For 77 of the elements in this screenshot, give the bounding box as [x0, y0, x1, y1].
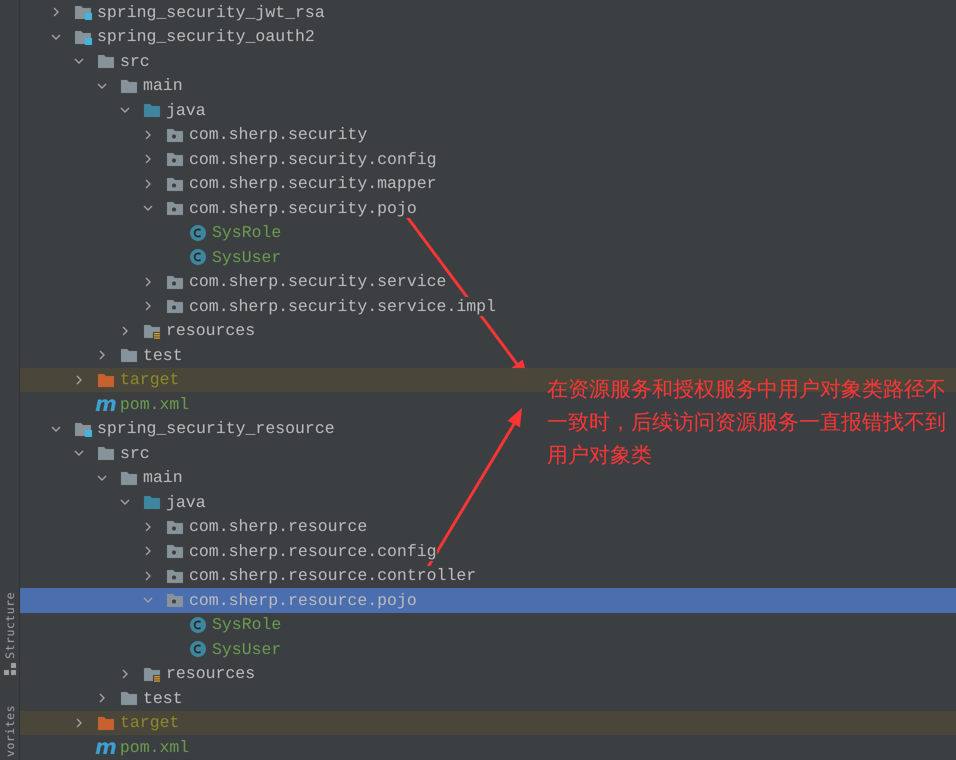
collapse-chevron-icon[interactable]	[74, 56, 84, 66]
expand-chevron-icon[interactable]	[120, 326, 130, 336]
expand-chevron-icon[interactable]	[74, 374, 84, 385]
annotation-text: 在资源服务和授权服务中用户对象类路径不一致时，后续访问资源服务一直报错找不到用户对象类	[547, 376, 947, 469]
package-icon	[166, 568, 184, 584]
expand-chevron-icon[interactable]	[51, 7, 61, 18]
class-icon	[189, 616, 207, 634]
tree-item-label[interactable]: com.sherp.resource.config	[189, 542, 437, 561]
package-icon	[166, 518, 184, 535]
module-folder-icon	[74, 420, 92, 437]
tree-item-label[interactable]: SysRole	[212, 615, 282, 634]
tree-item-label[interactable]: java	[166, 100, 206, 120]
expand-chevron-icon[interactable]	[97, 350, 107, 360]
tree-item-label[interactable]: com.sherp.security.service.impl	[189, 296, 496, 316]
class-icon	[189, 224, 207, 242]
class-icon	[189, 640, 207, 658]
tree-item-label[interactable]: spring_security_resource	[97, 419, 335, 438]
resources-folder-icon	[143, 322, 161, 339]
tree-item-label[interactable]: com.sherp.security.config	[189, 150, 437, 169]
structure-tab[interactable]: Structure	[2, 592, 16, 660]
expand-chevron-icon[interactable]	[143, 546, 153, 556]
tree-item-label[interactable]: pom.xml	[120, 738, 190, 757]
collapse-chevron-icon[interactable]	[51, 32, 61, 42]
expand-chevron-icon[interactable]	[97, 693, 107, 704]
folder-icon	[97, 53, 115, 70]
tree-item-label[interactable]: com.sherp.resource.controller	[189, 566, 476, 586]
package-icon	[166, 274, 184, 290]
tree-item-label[interactable]: com.sherp.resource	[189, 517, 368, 536]
expand-chevron-icon[interactable]	[143, 570, 153, 581]
tree-item-label[interactable]: com.sherp.security.mapper	[189, 174, 437, 194]
tree-item-label[interactable]: java	[166, 492, 206, 512]
collapse-chevron-icon[interactable]	[143, 203, 153, 214]
structure-icon	[4, 663, 16, 676]
expand-chevron-icon[interactable]	[143, 276, 153, 287]
folder-icon	[120, 470, 138, 486]
package-icon	[166, 543, 184, 560]
module-folder-icon	[74, 28, 92, 45]
tree-item-label[interactable]: com.sherp.security	[189, 125, 368, 144]
collapse-chevron-icon[interactable]	[97, 472, 107, 483]
expand-chevron-icon[interactable]	[143, 178, 153, 189]
favorites-tab[interactable]: vorites	[2, 705, 16, 757]
package-icon	[166, 298, 184, 314]
package-icon	[166, 200, 184, 216]
tree-item-label[interactable]: com.sherp.security.service	[189, 272, 446, 292]
tree-item-label[interactable]: SysRole	[212, 223, 282, 242]
folder-icon	[120, 78, 138, 94]
folder-icon	[143, 494, 161, 510]
tree-item-label[interactable]: spring_security_jwt_rsa	[97, 2, 325, 22]
expand-chevron-icon[interactable]	[120, 668, 130, 679]
package-icon	[166, 176, 184, 192]
maven-icon: m	[95, 394, 117, 415]
collapse-chevron-icon[interactable]	[120, 497, 130, 508]
package-icon	[166, 592, 184, 608]
collapse-chevron-icon[interactable]	[120, 105, 130, 116]
expand-chevron-icon[interactable]	[143, 154, 153, 164]
tree-item-label[interactable]: com.sherp.security.pojo	[189, 198, 417, 218]
collapse-chevron-icon[interactable]	[51, 424, 61, 434]
class-icon	[189, 248, 207, 266]
package-icon	[166, 126, 184, 143]
collapse-chevron-icon[interactable]	[74, 448, 84, 458]
folder-icon	[97, 372, 115, 388]
folder-icon	[97, 714, 115, 731]
folder-icon	[120, 690, 138, 706]
maven-icon: m	[95, 736, 117, 758]
expand-chevron-icon[interactable]	[143, 522, 153, 532]
module-folder-icon	[74, 4, 92, 20]
folder-icon	[143, 102, 161, 118]
tree-item-label[interactable]: spring_security_oauth2	[97, 27, 315, 46]
expand-chevron-icon[interactable]	[143, 301, 153, 312]
collapse-chevron-icon[interactable]	[97, 80, 107, 91]
folder-icon	[120, 347, 138, 364]
resources-folder-icon	[143, 666, 161, 682]
package-icon	[166, 151, 184, 168]
folder-icon	[97, 445, 115, 462]
expand-chevron-icon[interactable]	[143, 130, 153, 140]
tree-item-label[interactable]: pom.xml	[120, 394, 190, 414]
expand-chevron-icon[interactable]	[74, 718, 84, 728]
